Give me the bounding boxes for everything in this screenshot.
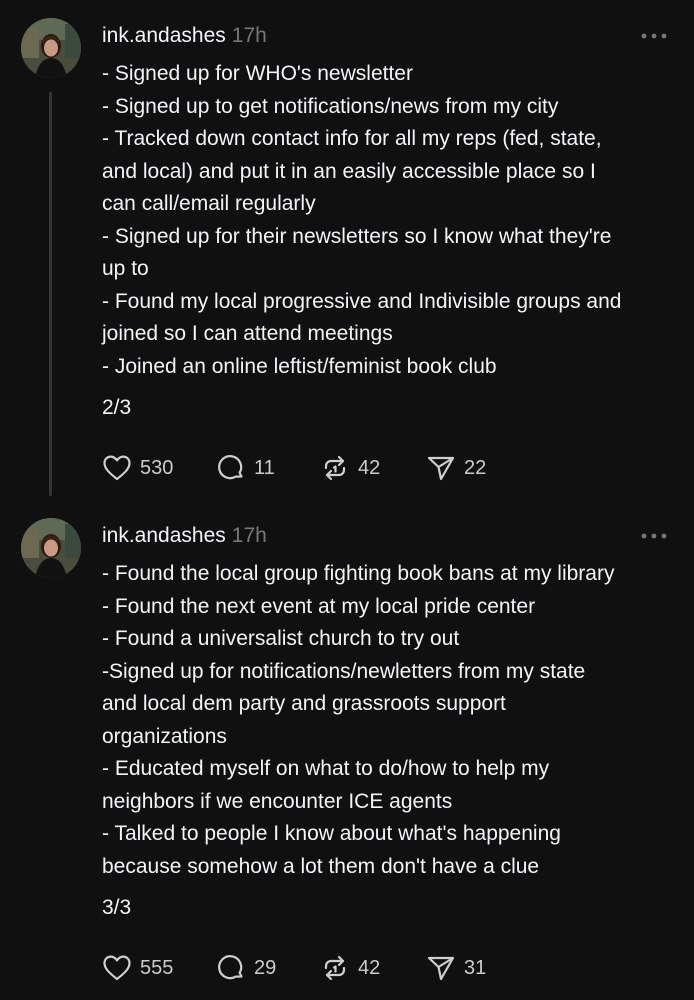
repost-count: 42 xyxy=(358,956,381,979)
avatar[interactable] xyxy=(21,18,81,78)
username[interactable]: ink.andashes xyxy=(102,524,226,547)
reply-button[interactable]: 29 xyxy=(216,950,276,986)
reply-count: 29 xyxy=(254,956,277,979)
comment-icon xyxy=(216,953,246,983)
send-icon xyxy=(426,453,456,483)
like-button[interactable]: 555 xyxy=(102,950,173,986)
thread-page-count: 3/3 xyxy=(102,896,132,919)
reply-count: 11 xyxy=(254,456,275,479)
reply-button[interactable]: 11 xyxy=(216,450,275,486)
thread-post: ink.andashes 17h - Found the local group … xyxy=(0,500,694,1000)
timestamp[interactable]: 17h xyxy=(232,524,267,547)
share-button[interactable]: 22 xyxy=(426,450,486,486)
thread-connector-line xyxy=(49,92,52,496)
repost-icon xyxy=(320,453,350,483)
repost-button[interactable]: 42 xyxy=(320,450,380,486)
like-count: 530 xyxy=(140,456,174,479)
comment-icon xyxy=(216,453,246,483)
more-options-icon[interactable] xyxy=(636,26,672,46)
like-count: 555 xyxy=(140,956,174,979)
share-count: 31 xyxy=(464,956,487,979)
post-text: - Signed up for WHO's newsletter - Signe… xyxy=(102,62,622,378)
post-header: ink.andashes 17h xyxy=(102,524,267,548)
share-button[interactable]: 31 xyxy=(426,950,486,986)
avatar[interactable] xyxy=(21,518,81,578)
username[interactable]: ink.andashes xyxy=(102,24,226,47)
repost-count: 42 xyxy=(358,456,381,479)
timestamp[interactable]: 17h xyxy=(232,24,267,47)
thread-post: ink.andashes 17h - Signed up for WHO's ne… xyxy=(0,0,694,500)
send-icon xyxy=(426,953,456,983)
like-button[interactable]: 530 xyxy=(102,450,173,486)
post-text: - Found the local group fighting book ba… xyxy=(102,562,615,878)
repost-icon xyxy=(320,953,350,983)
repost-button[interactable]: 42 xyxy=(320,950,380,986)
heart-icon xyxy=(102,454,132,482)
thread-page-count: 2/3 xyxy=(102,396,132,419)
share-count: 22 xyxy=(464,456,487,479)
heart-icon xyxy=(102,954,132,982)
post-header: ink.andashes 17h xyxy=(102,24,267,48)
more-options-icon[interactable] xyxy=(636,526,672,546)
